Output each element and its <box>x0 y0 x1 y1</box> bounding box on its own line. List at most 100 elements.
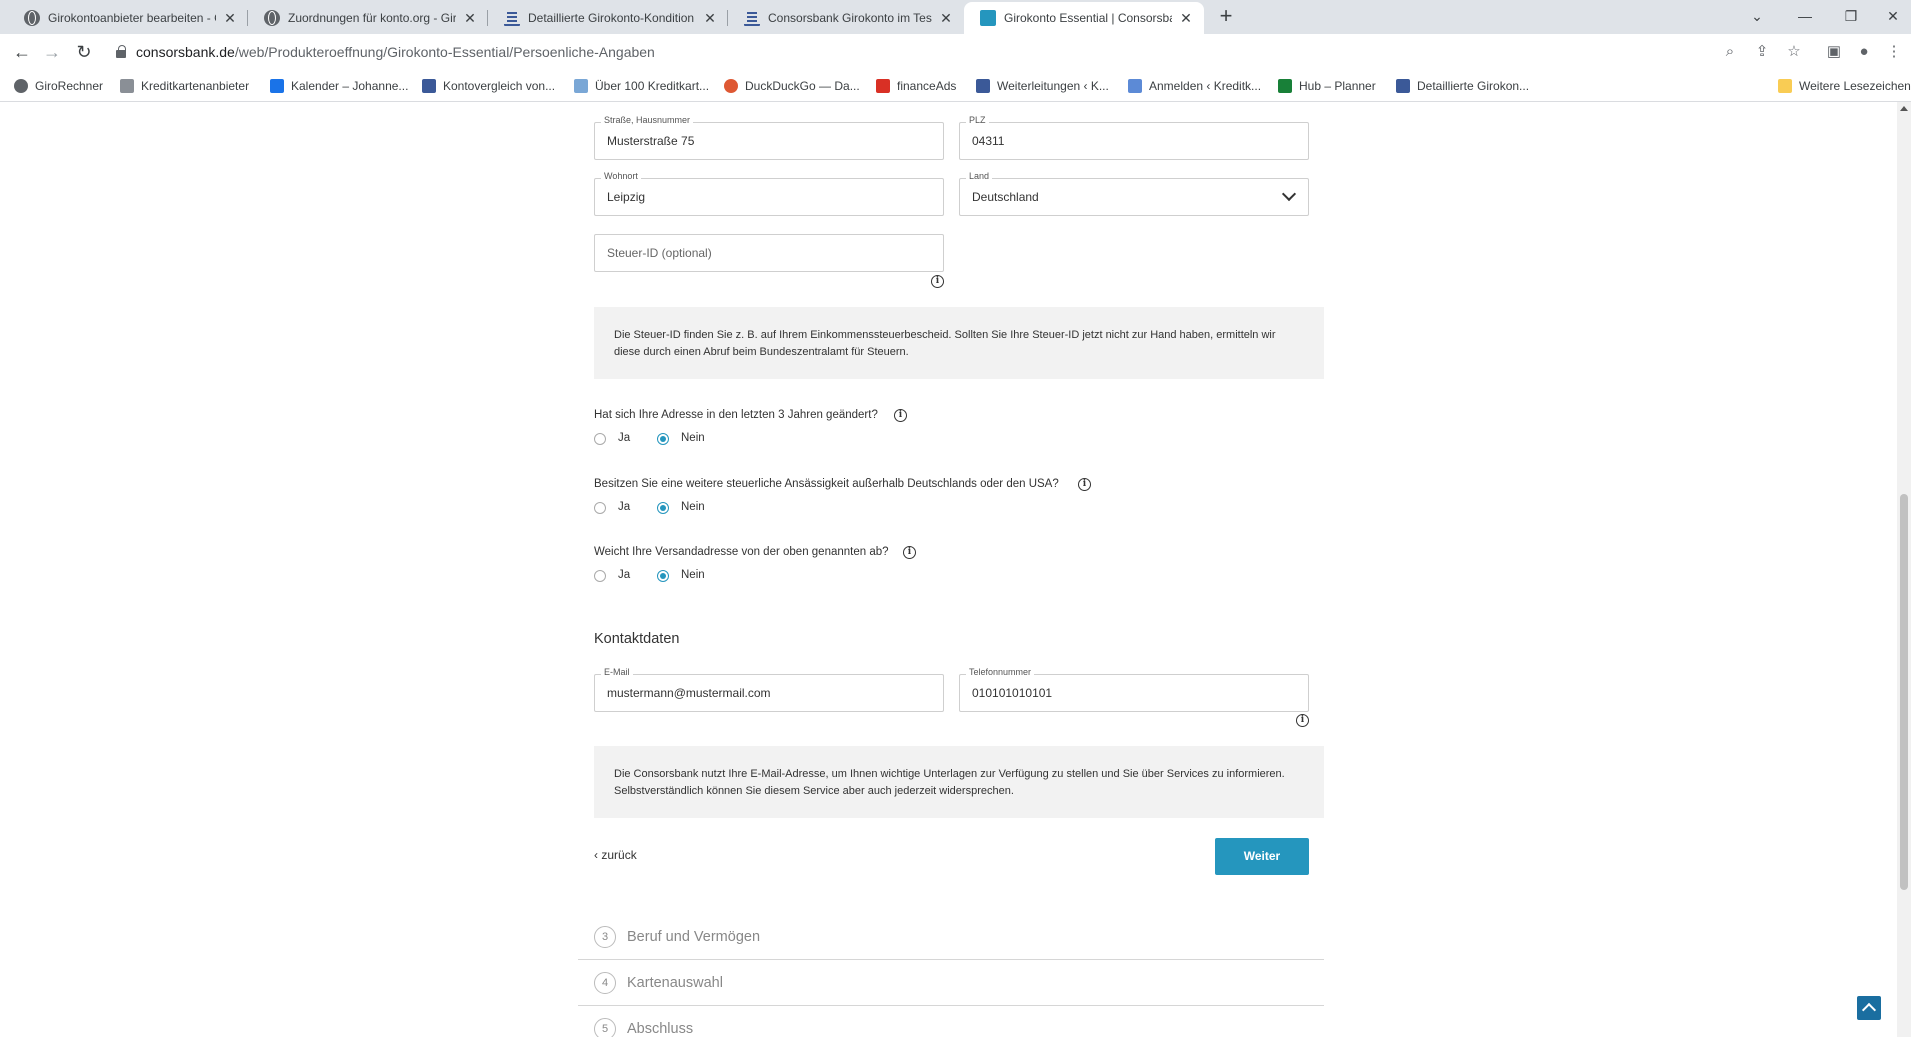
question-tax-residency: Besitzen Sie eine weitere steuerliche An… <box>594 478 1059 490</box>
browser-tab-2[interactable]: Zuordnungen für konto.org - Giro ✕ <box>248 2 488 34</box>
step-completion[interactable]: 5 Abschluss <box>578 1006 1324 1037</box>
scroll-up-arrow-icon[interactable] <box>1900 106 1908 111</box>
window-close-button[interactable]: ✕ <box>1878 4 1908 28</box>
document-icon <box>1396 79 1410 93</box>
address-bar[interactable]: consorsbank.de/web/Produkteroeffnung/Gir… <box>110 38 1750 66</box>
close-tab-icon[interactable]: ✕ <box>938 10 954 27</box>
restore-button[interactable]: ❐ <box>1836 4 1866 28</box>
minimize-button[interactable]: — <box>1790 4 1820 28</box>
zoom-icon[interactable]: ⌕ <box>1718 40 1742 64</box>
info-icon[interactable]: i <box>894 409 907 422</box>
edit-icon <box>976 79 990 93</box>
back-arrow-icon[interactable]: ← <box>10 40 34 64</box>
share-icon[interactable]: ⇪ <box>1750 40 1774 64</box>
next-button[interactable]: Weiter <box>1215 838 1309 875</box>
lock-icon <box>116 45 126 58</box>
document-icon <box>422 79 436 93</box>
email-field[interactable]: E-Mail mustermann@mustermail.com <box>594 667 944 712</box>
city-value: Leipzig <box>607 190 646 204</box>
scrollbar-thumb[interactable] <box>1900 494 1908 890</box>
radio-label-no: Nein <box>681 432 705 444</box>
flag-icon <box>1278 79 1292 93</box>
radio-address-changed-no[interactable] <box>657 433 669 445</box>
browser-tab-1[interactable]: Girokontoanbieter bearbeiten - G ✕ <box>8 2 248 34</box>
bookmark-item[interactable]: Kontovergleich von... <box>422 76 555 96</box>
reload-icon[interactable]: ↻ <box>72 40 96 64</box>
bookmark-item[interactable]: Detaillierte Girokon... <box>1396 76 1529 96</box>
radio-shipping-address-yes[interactable] <box>594 570 606 582</box>
bookmark-label: Weitere Lesezeichen <box>1799 79 1911 93</box>
bookmark-label: Anmelden ‹ Kreditk... <box>1149 79 1262 93</box>
info-icon[interactable]: i <box>931 275 944 288</box>
country-select[interactable]: Land Deutschland <box>959 171 1309 216</box>
question-address-changed: Hat sich Ihre Adresse in den letzten 3 J… <box>594 409 878 421</box>
forward-arrow-icon[interactable]: → <box>40 40 64 64</box>
globe-icon <box>24 10 40 26</box>
city-label: Wohnort <box>601 171 641 181</box>
close-tab-icon[interactable]: ✕ <box>702 10 718 27</box>
zip-value: 04311 <box>972 134 1005 148</box>
tab-title: Detaillierte Girokonto-Kondition <box>528 11 695 25</box>
menu-icon[interactable]: ⋮ <box>1882 40 1906 64</box>
calendar-icon <box>270 79 284 93</box>
info-icon[interactable]: i <box>1296 714 1309 727</box>
bookmark-item[interactable]: Weiterleitungen ‹ K... <box>976 76 1109 96</box>
bookmark-item[interactable]: Hub – Planner <box>1278 76 1376 96</box>
zip-label: PLZ <box>966 115 989 125</box>
bookmark-label: GiroRechner <box>35 79 104 93</box>
step-card-selection[interactable]: 4 Kartenauswahl <box>578 960 1324 1006</box>
step-label: Beruf und Vermögen <box>627 929 761 945</box>
radio-shipping-address-no[interactable] <box>657 570 669 582</box>
side-panel-icon[interactable]: ▣ <box>1822 40 1846 64</box>
duckduckgo-icon <box>724 79 738 93</box>
city-field[interactable]: Wohnort Leipzig <box>594 171 944 216</box>
cloud-icon <box>1128 79 1142 93</box>
email-label: E-Mail <box>601 667 633 677</box>
radio-address-changed-yes[interactable] <box>594 433 606 445</box>
scroll-to-top-button[interactable] <box>1857 996 1881 1020</box>
browser-tab-4[interactable]: Consorsbank Girokonto im Test | ✕ <box>728 2 964 34</box>
profile-icon[interactable]: ● <box>1852 40 1876 64</box>
radio-label-no: Nein <box>681 501 705 513</box>
globe-icon <box>14 79 28 93</box>
browser-tab-3[interactable]: Detaillierte Girokonto-Kondition ✕ <box>488 2 728 34</box>
card-icon <box>120 79 134 93</box>
close-tab-icon[interactable]: ✕ <box>222 10 238 27</box>
phone-field[interactable]: Telefonnummer 010101010101 <box>959 667 1309 712</box>
back-link[interactable]: ‹ zurück <box>594 848 637 862</box>
page-content: Straße, Hausnummer Musterstraße 75 PLZ 0… <box>0 102 1911 1037</box>
bookmark-label: Detaillierte Girokon... <box>1417 79 1530 93</box>
browser-tab-active[interactable]: Girokonto Essential | Consorsban ✕ <box>964 2 1204 34</box>
radio-tax-residency-no[interactable] <box>657 502 669 514</box>
zip-field[interactable]: PLZ 04311 <box>959 115 1309 160</box>
bookmark-item[interactable]: Kreditkartenanbieter <box>120 76 249 96</box>
close-tab-icon[interactable]: ✕ <box>1178 10 1194 27</box>
tax-id-field[interactable]: Steuer-ID (optional) <box>594 234 944 272</box>
page-scrollbar[interactable] <box>1897 102 1911 1037</box>
step-profession[interactable]: 3 Beruf und Vermögen <box>578 914 1324 960</box>
bookmark-item[interactable]: Anmelden ‹ Kreditk... <box>1128 76 1261 96</box>
step-label: Kartenauswahl <box>627 975 723 991</box>
street-field[interactable]: Straße, Hausnummer Musterstraße 75 <box>594 115 944 160</box>
url-path: /web/Produkteroeffnung/Girokonto-Essenti… <box>234 44 655 60</box>
bookmark-label: Weiterleitungen ‹ K... <box>997 79 1109 93</box>
bookmark-item[interactable]: DuckDuckGo — Da... <box>724 76 860 96</box>
tab-title: Consorsbank Girokonto im Test | <box>768 11 932 25</box>
tab-search-icon[interactable]: ⌄ <box>1742 4 1772 28</box>
radio-label-yes: Ja <box>618 569 631 581</box>
other-bookmarks[interactable]: Weitere Lesezeichen <box>1778 76 1911 96</box>
info-icon[interactable]: i <box>903 546 916 559</box>
info-icon[interactable]: i <box>1078 478 1091 491</box>
phone-value: 010101010101 <box>972 686 1053 700</box>
radio-label-no: Nein <box>681 569 705 581</box>
folder-icon <box>1778 79 1792 93</box>
new-tab-button[interactable]: + <box>1214 5 1238 29</box>
bookmark-item[interactable]: Über 100 Kreditkart... <box>574 76 709 96</box>
bookmark-item[interactable]: financeAds <box>876 76 956 96</box>
radio-tax-residency-yes[interactable] <box>594 502 606 514</box>
bookmark-label: DuckDuckGo — Da... <box>745 79 860 93</box>
bookmark-star-icon[interactable]: ☆ <box>1782 40 1806 64</box>
bookmark-item[interactable]: GiroRechner <box>14 76 103 96</box>
close-tab-icon[interactable]: ✕ <box>462 10 478 27</box>
bookmark-item[interactable]: Kalender – Johanne... <box>270 76 408 96</box>
